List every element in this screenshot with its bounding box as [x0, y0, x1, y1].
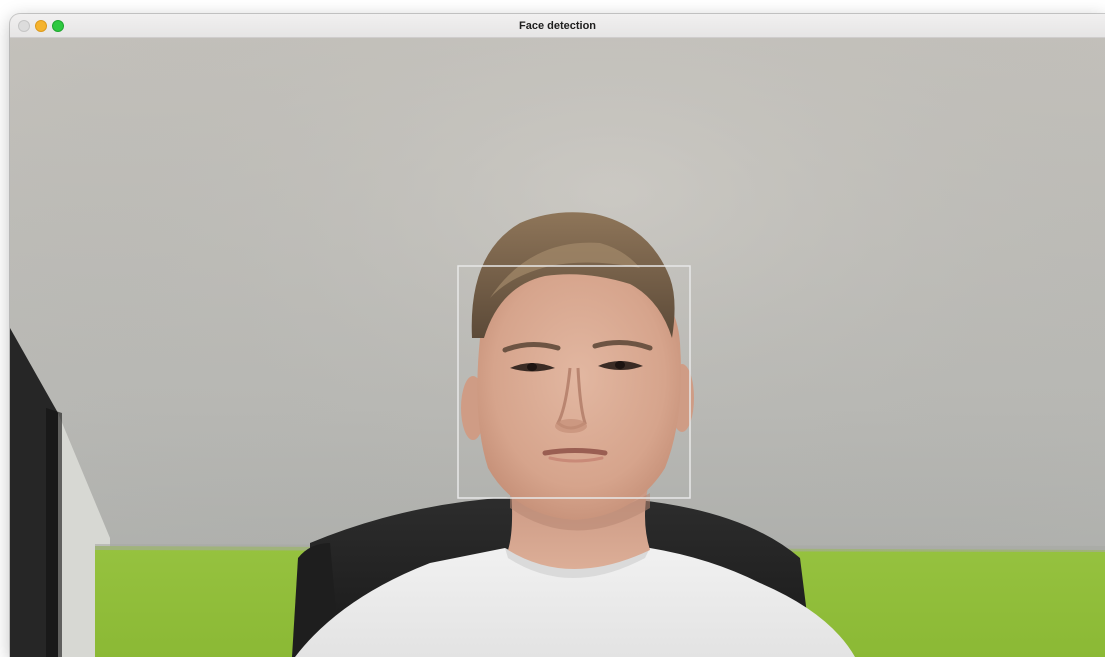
- window-title: Face detection: [518, 20, 597, 32]
- app-window: Face detection: [10, 14, 1105, 657]
- title-bar[interactable]: Face detection: [10, 14, 1105, 38]
- camera-feed: [10, 38, 1105, 657]
- camera-frame: [10, 38, 1105, 657]
